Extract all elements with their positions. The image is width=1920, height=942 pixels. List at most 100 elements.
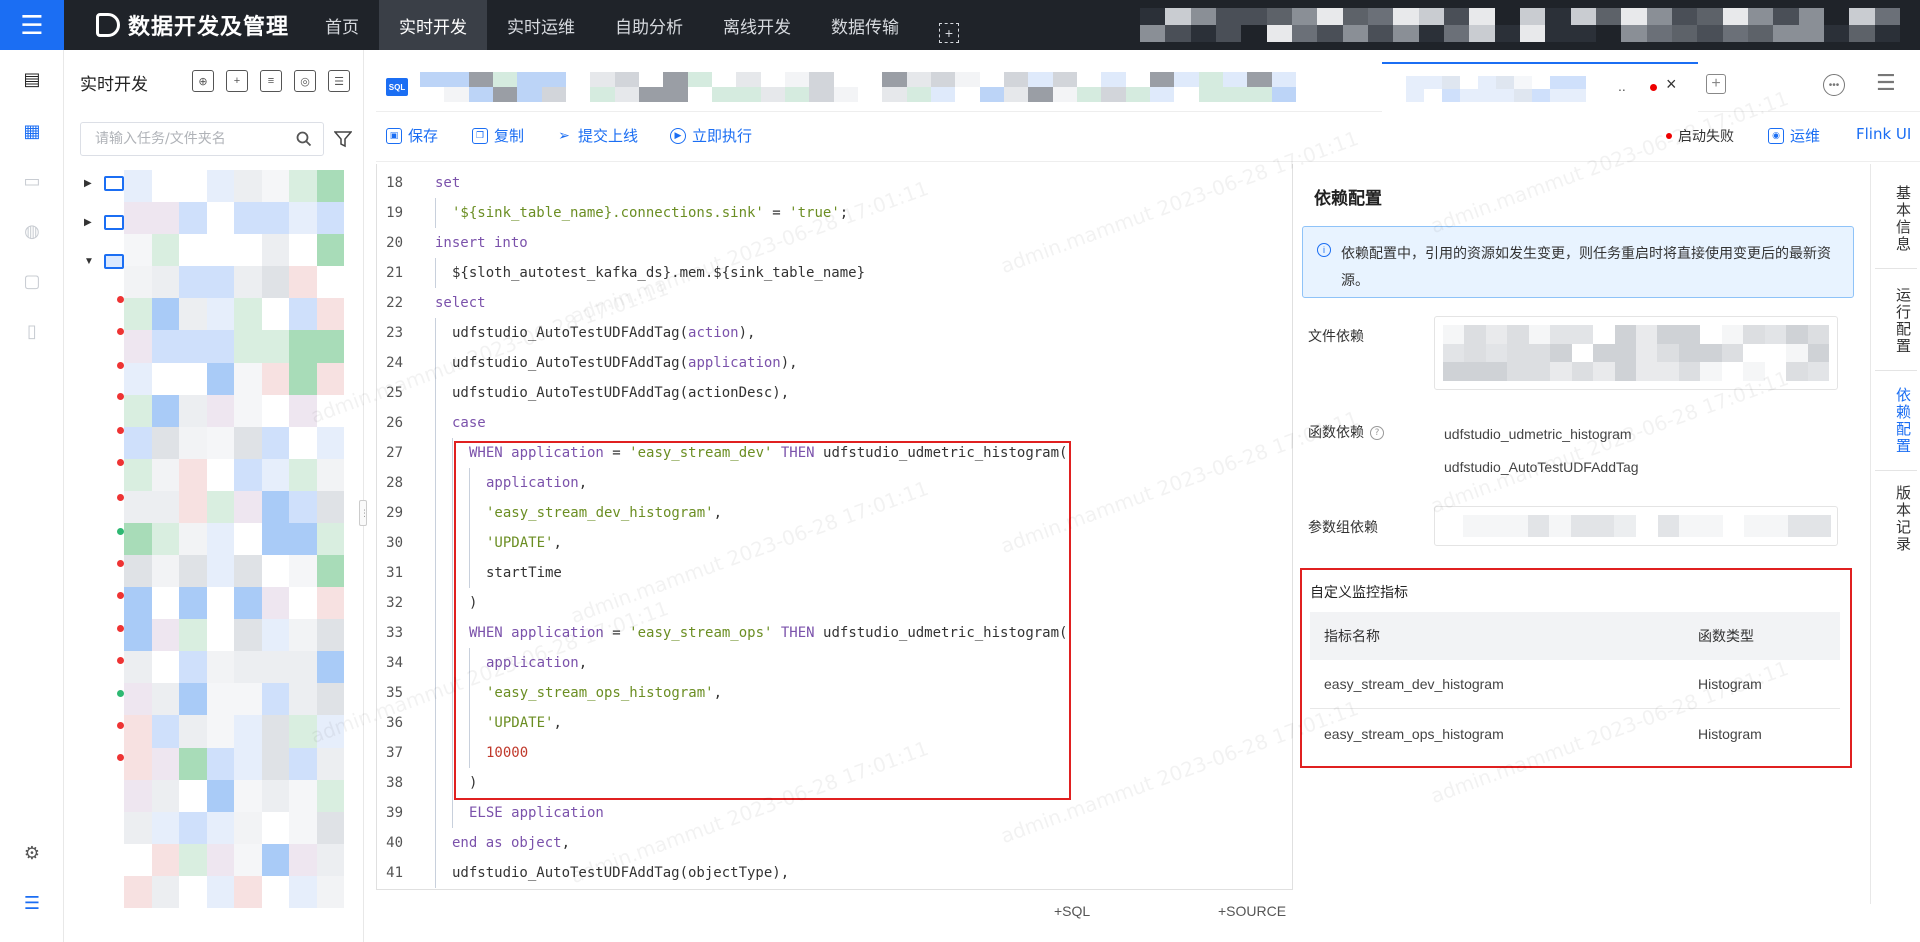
task-status-dot [117,657,124,664]
nav-realtime-dev[interactable]: 实时开发 [379,0,488,50]
tab-run-config[interactable]: 运行配置 [1879,276,1913,366]
submit-online-button[interactable]: ➢ 提交上线 [556,125,638,146]
tree-search-input[interactable]: 请输入任务/文件夹名 [80,122,324,156]
save-icon: ▣ [386,127,402,144]
redacted-block [1266,8,1292,25]
line-number: 24 [386,355,403,371]
indent-guide [435,348,436,378]
save-button[interactable]: ▣ 保存 [386,125,438,146]
redacted-block [1636,343,1658,363]
menu-icon[interactable]: ☰ [0,0,64,50]
function-icon[interactable]: ▢ [20,270,44,292]
task-status-dot [117,754,124,761]
redacted-block [1614,343,1636,363]
redacted-block [1443,362,1465,381]
copy-button[interactable]: ❐ 复制 [472,125,524,146]
clipboard-icon[interactable]: ▯ [20,320,44,342]
more-icon[interactable]: ••• [1823,74,1845,96]
settings-icon[interactable]: ⚙ [20,842,44,864]
run-now-button[interactable]: ▶ 立即执行 [670,125,752,146]
redacted-block [289,651,317,684]
redacted-block [234,426,262,459]
file-dependency-field[interactable] [1434,316,1838,390]
help-icon[interactable]: ? [1370,426,1384,440]
tab-titles-redacted[interactable] [420,72,1296,102]
redacted-block [234,747,262,780]
collapse-icon[interactable]: ☰ [20,892,44,914]
caret-right-icon[interactable]: ▶ [84,178,98,189]
nav-realtime-ops[interactable]: 实时运维 [487,0,595,50]
column-header: 指标名称 [1324,629,1380,645]
code-text: ELSE application [469,798,604,828]
redacted-block [858,72,883,87]
redacted-block [1593,362,1615,381]
import-icon[interactable]: ≡ [260,70,282,92]
redacted-block [151,522,179,556]
redacted-block [1787,515,1810,537]
param-dependency-field[interactable] [1434,506,1838,546]
active-tab[interactable]: .. × [1382,62,1698,112]
redacted-block [179,490,207,523]
add-source-button[interactable]: +SOURCE [1218,903,1286,919]
folder-item[interactable]: ▶ [84,172,124,194]
nav-self-analysis[interactable]: 自助分析 [595,0,703,50]
panel-resize-handle[interactable]: ⋮ [359,500,369,526]
redacted-block [289,202,317,235]
redacted-block [179,843,207,876]
redacted-block [1678,343,1701,363]
tab-basic-info[interactable]: 基本信息 [1879,174,1913,264]
new-task-icon[interactable]: ⊕ [192,70,214,92]
filter-icon[interactable] [334,130,352,148]
database-icon[interactable]: ◍ [20,220,44,242]
flink-ui-link[interactable]: Flink UI [1856,125,1911,143]
nav-home[interactable]: 首页 [305,0,379,50]
locate-icon[interactable]: ◎ [294,70,316,92]
indent-guide [435,618,436,648]
redacted-block [151,394,179,427]
ops-button[interactable]: ◉ 运维 [1768,125,1820,146]
redacted-block [289,619,317,652]
indent-guide [435,738,436,768]
caret-right-icon[interactable]: ▶ [84,217,98,228]
tab-version-history[interactable]: 版本记录 [1879,474,1913,564]
redacted-block [1496,89,1514,102]
redacted-block [234,843,262,876]
close-icon[interactable]: × [1666,74,1677,95]
add-sql-button[interactable]: +SQL [1054,903,1090,919]
nav-data-transfer[interactable]: 数据传输 [811,0,919,50]
layout-icon[interactable]: ☰ [328,70,350,92]
tree-toolbar: ⊕ + ≡ ◎ ☰ [192,70,350,92]
folder-item[interactable]: ▶ [84,211,124,233]
redacted-block [151,170,179,203]
caret-down-icon[interactable]: ▼ [84,256,98,267]
redacted-block [206,170,234,203]
dashboard-icon[interactable]: ▤ [20,68,44,90]
redacted-block [736,72,761,87]
redacted-block [261,426,289,459]
tab-ellipsis: .. [1618,78,1626,94]
new-folder-icon[interactable]: + [226,70,248,92]
param-redacted [1441,515,1831,537]
code-line: 39 ELSE application [377,798,1292,828]
tab-dependency-config[interactable]: 依赖配置 [1879,376,1913,466]
task-list-icon[interactable]: ▦ [20,120,44,142]
search-icon[interactable] [295,130,313,148]
ops-icon: ◉ [1768,127,1784,144]
line-number: 39 [386,805,403,821]
indent-guide [435,258,436,288]
hamburger-icon[interactable]: ☰ [1876,70,1896,96]
redacted-block [1485,325,1508,344]
code-icon[interactable]: ▭ [20,170,44,192]
function-item: udfstudio_udmetric_histogram [1444,426,1632,442]
add-tab-icon[interactable]: + [1706,74,1726,94]
nav-offline-dev[interactable]: 离线开发 [703,0,811,50]
nav-add-icon[interactable]: + [939,22,960,43]
redacted-block [1786,343,1808,363]
redacted-block [1464,362,1486,381]
redacted-block [468,72,493,87]
redacted-block [1528,325,1551,344]
redacted-block [493,72,518,87]
param-dependency-label: 参数组依赖 [1308,520,1378,536]
folder-item-open[interactable]: ▼ [84,250,124,272]
redacted-block [316,426,344,459]
